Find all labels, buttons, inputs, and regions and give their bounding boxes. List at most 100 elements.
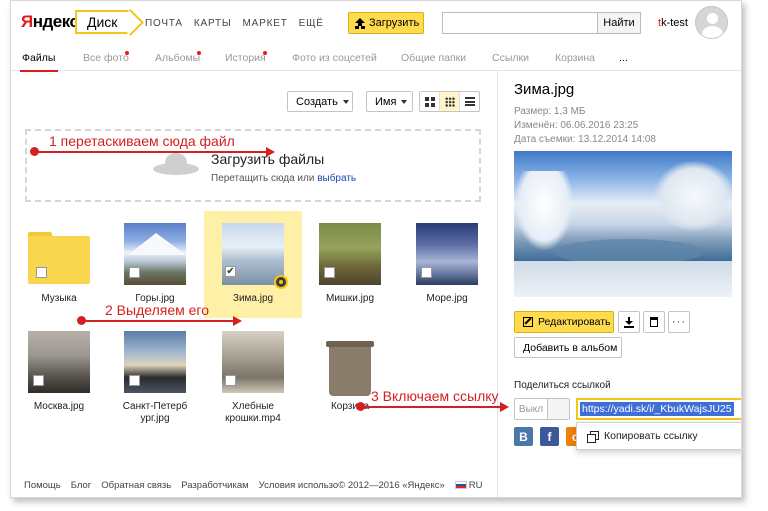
yandex-logo[interactable]: Яндекс [21,12,79,32]
choose-file-link[interactable]: выбрать [317,173,356,184]
share-link-field[interactable]: https://yadi.sk/i/_KbukWajsJU25 [576,398,741,420]
footer-link-terms[interactable]: Условия использо [259,480,339,491]
cloud-icon [153,153,199,179]
toggle-knob [547,399,569,419]
file-checkbox[interactable] [129,375,140,386]
vk-icon[interactable]: В [514,427,533,446]
language-switch[interactable]: RU [454,480,483,491]
facebook-icon[interactable]: f [540,427,559,446]
search-input[interactable] [442,12,598,34]
chevron-down-icon [342,99,349,104]
annotation-arrowhead [233,316,242,326]
annotation-arrow [35,151,267,153]
more-icon: ··· [672,316,686,328]
file-name: Москва.jpg [33,401,85,412]
tab-albums[interactable]: Альбомы [155,52,200,64]
view-list-button[interactable] [460,92,479,111]
section-tabs: Файлы Все фото Альбомы История Фото из с… [11,47,741,72]
add-to-album-button[interactable]: Добавить в альбом [514,337,622,358]
tab-history[interactable]: История [225,52,266,64]
disk-service-tab[interactable]: Диск [75,10,131,34]
dropzone-hint-text: Перетащить сюда или [211,173,315,184]
logo-rest: ндекс [32,12,79,31]
share-toggle[interactable]: Выкл [514,398,570,420]
top-nav: ПОЧТА КАРТЫ МАРКЕТ ЕЩЁ [145,18,324,29]
tab-files[interactable]: Файлы [19,52,59,72]
upload-button-label: Загрузить [369,17,420,29]
create-button[interactable]: Создать [287,91,353,112]
annotation-arrow [360,406,500,408]
file-checkbox[interactable] [36,267,47,278]
sort-button-label: Имя [375,95,397,108]
preview-image[interactable] [514,151,732,297]
details-modified: Изменён: 06.06.2016 23:25 [514,120,639,131]
annotation-step1: 1 перетаскиваем сюда файл [49,133,235,149]
edit-button[interactable]: Редактировать [514,311,614,333]
edit-button-label: Редактировать [538,316,611,328]
annotation-arrowhead [266,147,275,157]
upload-icon [355,17,365,29]
download-button[interactable] [618,311,640,333]
copy-icon [587,430,599,443]
russia-flag-icon [454,481,467,489]
annotation-step3: 3 Включаем ссылку [371,388,499,404]
file-details-panel: Зима.jpg Размер: 1,3 МБ Изменён: 06.06.2… [497,71,741,497]
trash-bin-icon [326,341,374,397]
upload-button[interactable]: Загрузить [348,12,424,34]
view-large-grid-button[interactable] [420,92,440,111]
file-name-line: ург.jpg [140,413,170,424]
copy-link-label: Копировать ссылку [604,430,698,442]
file-name: Море.jpg [426,293,468,304]
nav-mail[interactable]: ПОЧТА [145,18,183,29]
footer-terms: Условия использо© 2012—2016 «Яндекс» [259,480,445,491]
footer-link-feedback[interactable]: Обратная связь [101,480,171,491]
shared-link-icon[interactable] [274,275,288,289]
nav-maps[interactable]: КАРТЫ [194,18,232,29]
language-label: RU [468,480,483,491]
more-actions-button[interactable]: ··· [668,311,690,333]
sort-button[interactable]: Имя [366,91,413,112]
search-button[interactable]: Найти [597,12,641,34]
tab-social-photos[interactable]: Фото из соцсетей [292,52,377,64]
file-name-line: крошки.mp4 [225,413,281,424]
file-checkbox[interactable] [324,267,335,278]
file-name-line: Хлебные [232,401,274,412]
tab-links[interactable]: Ссылки [492,52,529,64]
logo-first-letter: Я [21,12,33,31]
view-small-grid-button[interactable] [440,92,460,111]
annotation-step2: 2 Выделяем его [105,302,209,318]
share-link-value: https://yadi.sk/i/_KbukWajsJU25 [580,402,734,416]
tab-shared-folders[interactable]: Общие папки [401,52,466,64]
delete-button[interactable] [643,311,665,333]
tab-all-photos[interactable]: Все фото [83,52,129,64]
file-checkbox[interactable] [421,267,432,278]
footer-link-help[interactable]: Помощь [24,480,61,491]
notification-dot [197,51,201,55]
file-checkbox[interactable] [225,375,236,386]
tab-trash[interactable]: Корзина [555,52,595,64]
share-link-label: Поделиться ссылкой [514,380,611,391]
nav-more[interactable]: ЕЩЁ [299,18,324,29]
file-checkbox[interactable] [33,375,44,386]
file-name: Зима.jpg [232,293,274,304]
checked-checkbox[interactable]: ✔ [225,266,236,277]
avatar[interactable] [695,6,728,39]
annotation-arrow [81,320,233,322]
file-checkbox[interactable] [129,267,140,278]
footer-link-blog[interactable]: Блог [71,480,92,491]
tab-more[interactable]: ... [619,52,628,64]
copy-link-menu-item[interactable]: Копировать ссылку [576,422,741,450]
disk-window: Яндекс Диск ПОЧТА КАРТЫ МАРКЕТ ЕЩЁ Загру… [10,0,742,498]
footer-link-developers[interactable]: Разработчикам [181,480,248,491]
notification-dot [125,51,129,55]
share-toggle-label: Выкл [518,403,544,415]
details-title: Зима.jpg [514,81,575,98]
small-grid-icon [444,96,455,107]
file-name: Мишки.jpg [325,293,375,304]
trash-icon [650,317,658,327]
footer-copyright: © 2012—2016 «Яндекс» [338,480,445,491]
file-name-line: Санкт-Петерб [122,401,188,412]
details-size: Размер: 1,3 МБ [514,106,586,117]
nav-market[interactable]: МАРКЕТ [243,18,288,29]
username[interactable]: tk-test [658,17,688,29]
